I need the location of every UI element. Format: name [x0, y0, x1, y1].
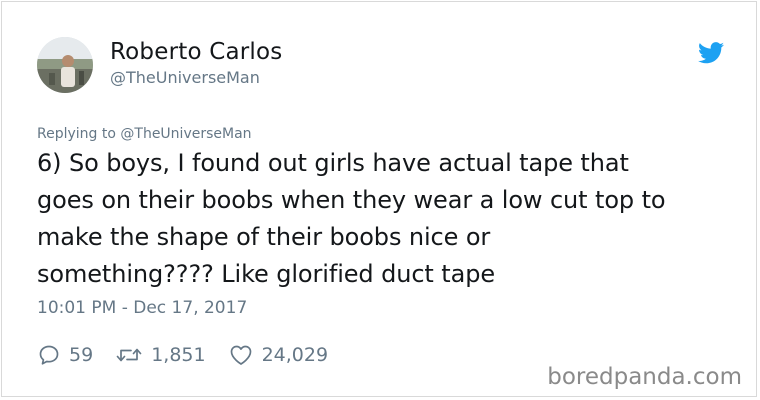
tweet-text-line: make the shape of their boobs nice or: [37, 223, 491, 251]
retweet-count: 1,851: [151, 344, 206, 366]
twitter-bird-icon[interactable]: [698, 42, 724, 64]
retweet-button[interactable]: 1,851: [115, 343, 206, 367]
replying-to-handle[interactable]: @TheUniverseMan: [120, 126, 251, 142]
tweet-text: 6) So boys, I found out girls have actua…: [37, 145, 737, 293]
replying-prefix: Replying to: [37, 126, 116, 142]
action-bar: 59 1,851 24,029: [37, 342, 350, 368]
user-handle[interactable]: @TheUniverseMan: [110, 68, 260, 87]
tweet-text-line: 6) So boys, I found out girls have actua…: [37, 149, 629, 177]
replying-to: Replying to @TheUniverseMan: [37, 126, 252, 142]
reply-count: 59: [69, 344, 94, 366]
heart-icon: [230, 345, 251, 365]
tweet-text-line: goes on their boobs when they wear a low…: [37, 186, 666, 214]
like-button[interactable]: 24,029: [228, 343, 328, 367]
watermark: boredpanda.com: [547, 364, 742, 390]
reply-icon: [39, 345, 59, 365]
timestamp[interactable]: 10:01 PM - Dec 17, 2017: [37, 298, 247, 318]
tweet-card: Roberto Carlos @TheUniverseMan Replying …: [1, 1, 757, 397]
avatar[interactable]: [37, 37, 93, 93]
retweet-icon: [116, 348, 142, 362]
reply-button[interactable]: 59: [37, 343, 93, 367]
like-count: 24,029: [261, 344, 329, 366]
tweet-text-line: something???? Like glorified duct tape: [37, 260, 495, 288]
display-name[interactable]: Roberto Carlos: [110, 39, 282, 65]
